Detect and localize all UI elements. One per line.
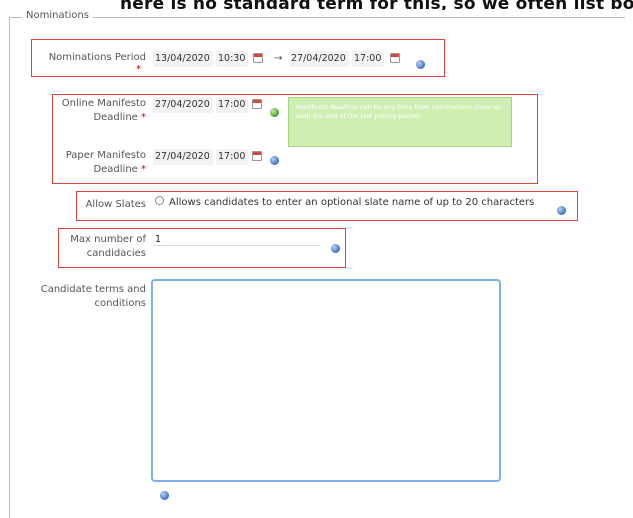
max-candidacies-label-line2: candidacies: [86, 248, 146, 259]
info-icon[interactable]: [331, 244, 340, 253]
online-manifesto-label-line1: Online Manifesto: [61, 98, 146, 109]
cropped-heading-text: here is no standard term for this, so we…: [120, 0, 633, 10]
required-marker: *: [141, 112, 146, 123]
required-marker: *: [136, 64, 141, 75]
required-marker: *: [141, 164, 146, 175]
fieldset-legend: Nominations: [22, 10, 93, 21]
online-manifesto-date[interactable]: 27/04/2020: [153, 97, 213, 113]
manifesto-deadline-tooltip: Manifesto deadline can be any time from …: [288, 97, 512, 147]
info-icon[interactable]: [557, 206, 566, 215]
paper-manifesto-label-text: Deadline: [93, 164, 138, 175]
info-icon[interactable]: [270, 156, 279, 165]
allow-slates-radio[interactable]: [155, 196, 164, 205]
allow-slates-option-text: Allows candidates to enter an optional s…: [169, 197, 535, 208]
online-manifesto-label-text: Deadline: [93, 112, 138, 123]
paper-manifesto-date[interactable]: 27/04/2020: [153, 149, 213, 165]
nominations-end-date[interactable]: 27/04/2020: [289, 51, 349, 67]
date-range-arrow: →: [274, 53, 283, 64]
terms-label: Candidate terms and conditions: [20, 283, 146, 311]
calendar-icon[interactable]: [252, 99, 262, 109]
info-icon[interactable]: [270, 108, 279, 117]
terms-label-line2: conditions: [94, 298, 146, 309]
nominations-start-date[interactable]: 13/04/2020: [153, 51, 213, 67]
nominations-period-label: Nominations Period: [48, 52, 146, 63]
allow-slates-label: Allow Slates: [85, 199, 146, 210]
online-manifesto-time[interactable]: 17:00: [216, 97, 248, 113]
info-icon[interactable]: [416, 60, 425, 69]
paper-manifesto-time[interactable]: 17:00: [216, 149, 248, 165]
max-candidacies-input[interactable]: 1: [153, 233, 321, 246]
terms-textarea[interactable]: [151, 279, 501, 482]
info-icon[interactable]: [160, 491, 169, 500]
terms-label-line1: Candidate terms and: [40, 284, 146, 295]
online-manifesto-label: Online Manifesto Deadline *: [53, 97, 146, 125]
paper-manifesto-label: Paper Manifesto Deadline *: [53, 149, 146, 177]
paper-manifesto-label-line2: Deadline *: [53, 163, 146, 177]
calendar-icon[interactable]: [252, 151, 262, 161]
calendar-icon[interactable]: [253, 53, 263, 63]
online-manifesto-label-line2: Deadline *: [53, 111, 146, 125]
max-candidacies-label: Max number of candidacies: [60, 233, 146, 261]
paper-manifesto-label-line1: Paper Manifesto: [65, 150, 146, 161]
calendar-icon[interactable]: [390, 53, 400, 63]
max-candidacies-label-line1: Max number of: [70, 234, 146, 245]
nominations-start-time[interactable]: 10:30: [216, 51, 248, 67]
nominations-end-time[interactable]: 17:00: [352, 51, 384, 67]
